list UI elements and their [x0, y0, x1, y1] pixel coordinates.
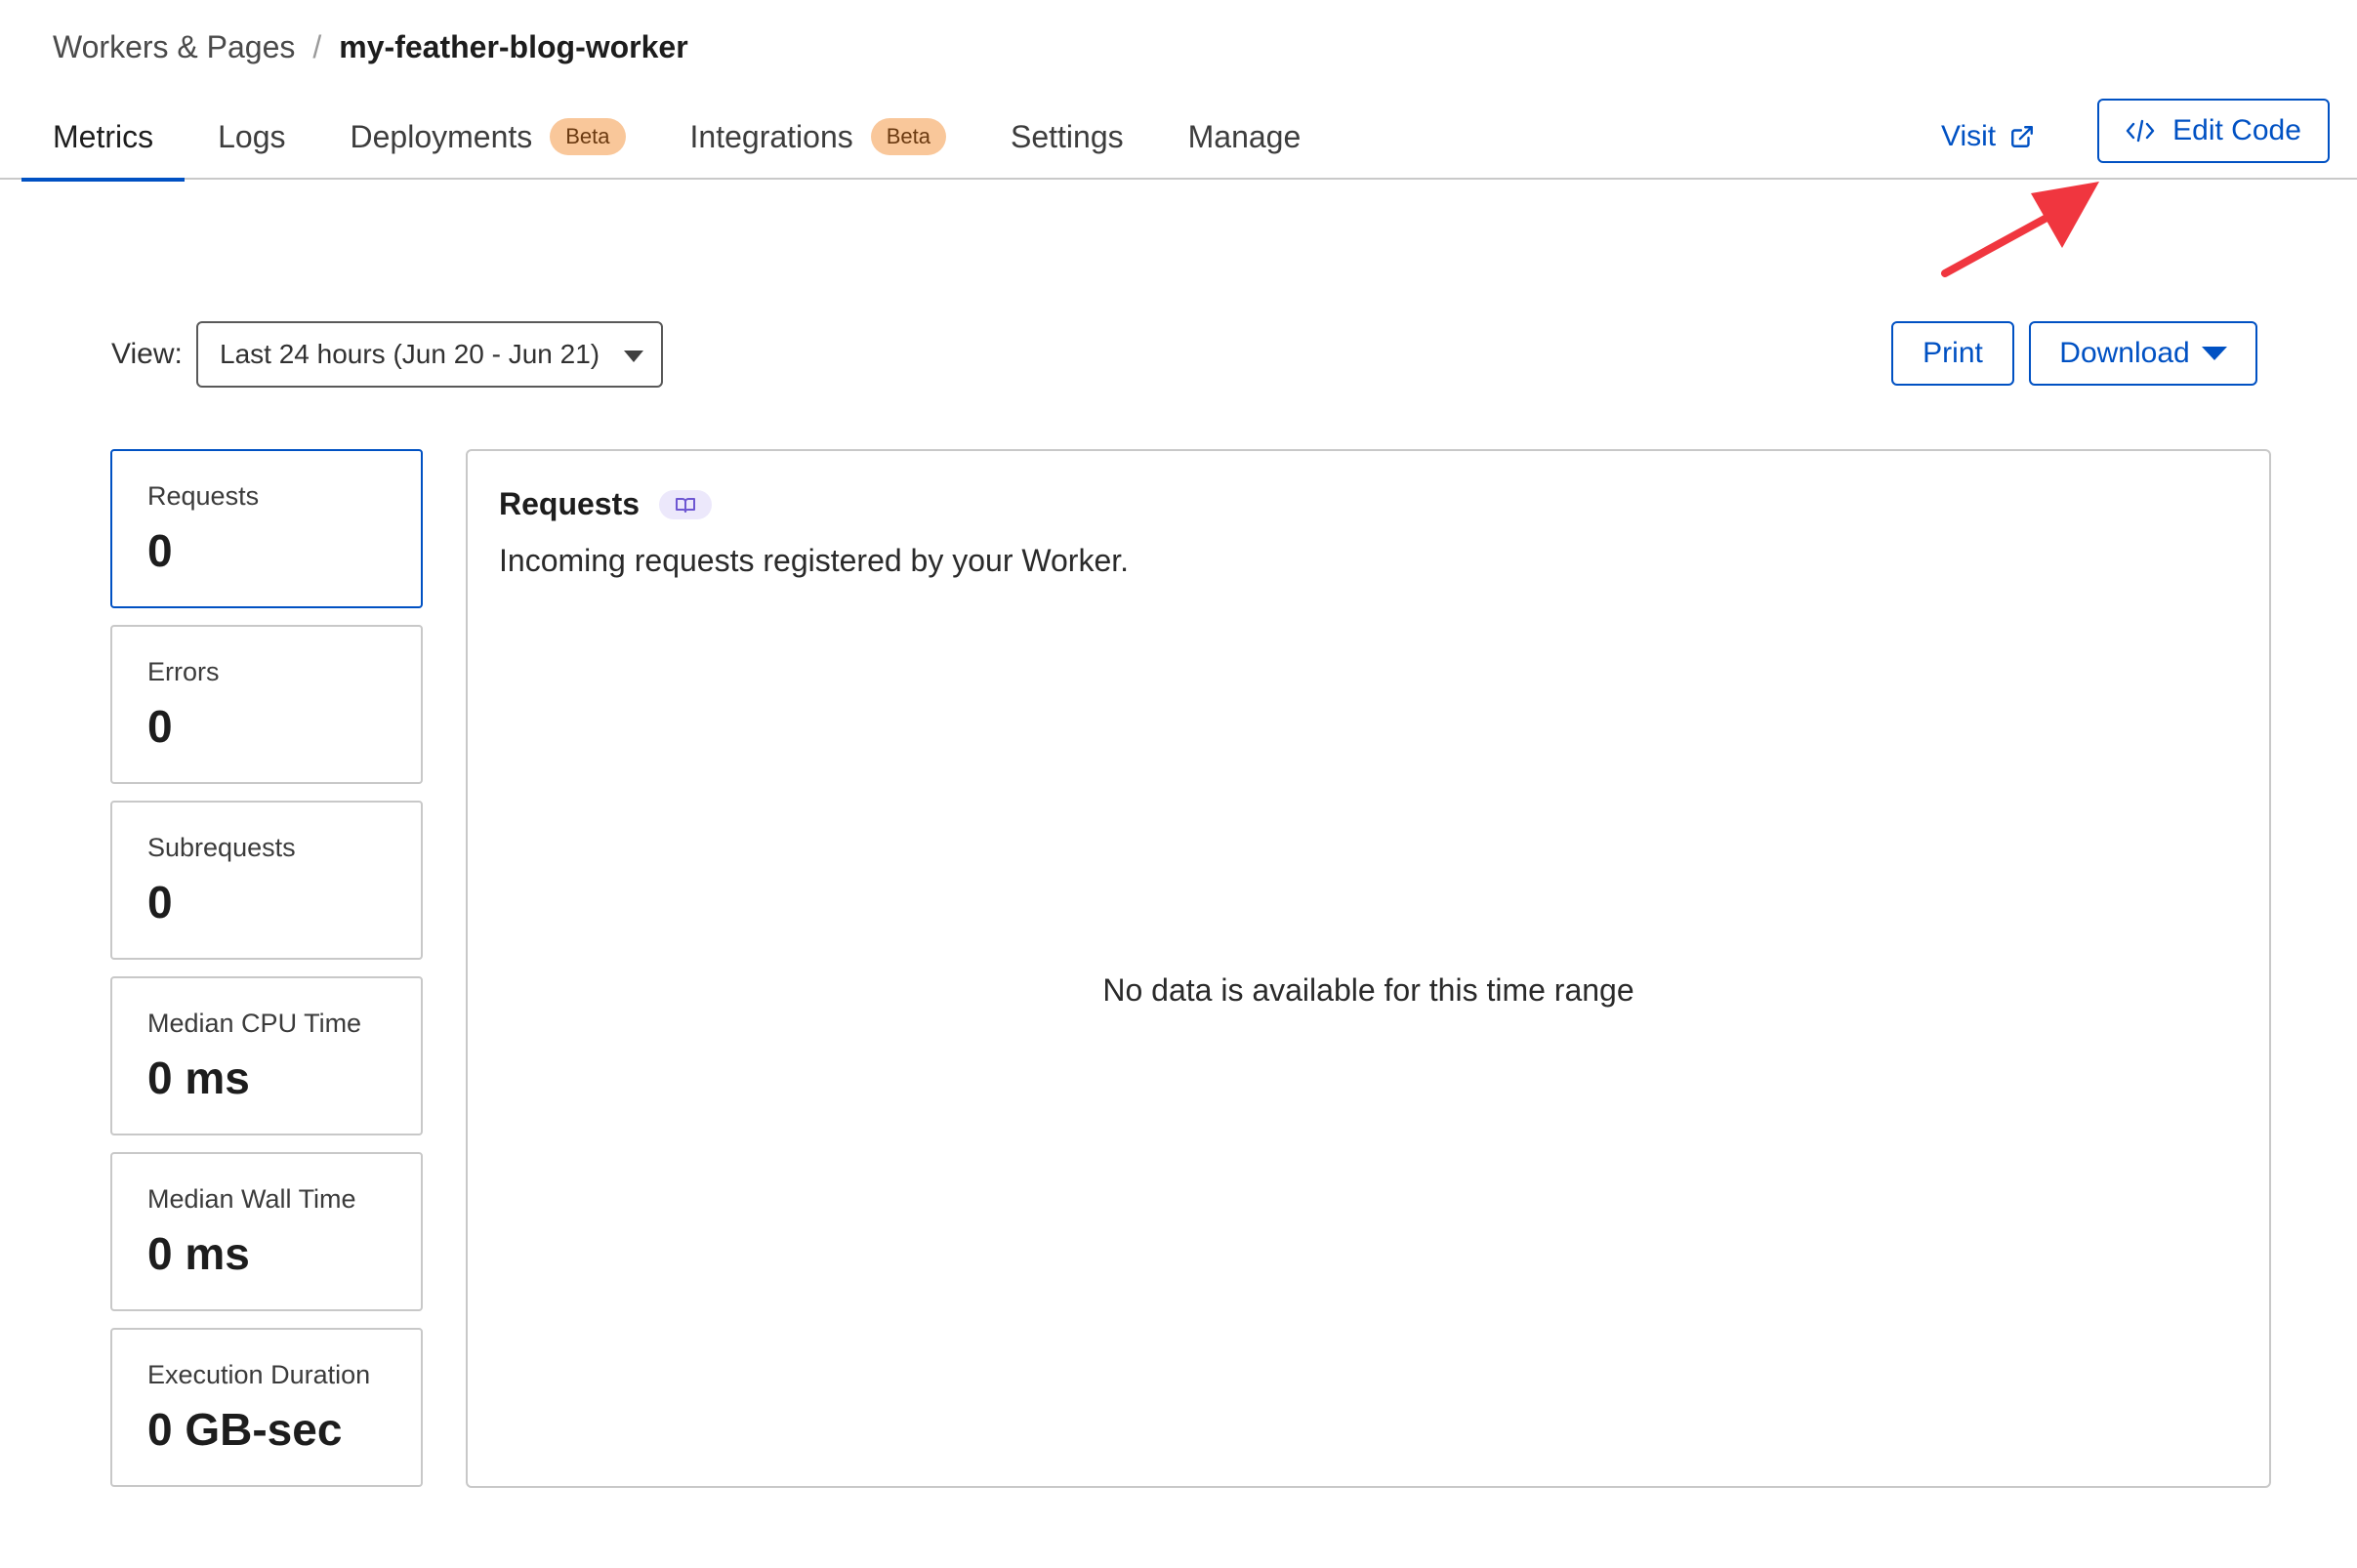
metric-value: 0 [147, 877, 173, 928]
metric-label: Requests [147, 481, 260, 511]
tab-bar: Metrics Logs Deployments Beta Integratio… [0, 94, 2357, 182]
beta-badge: Beta [550, 118, 626, 155]
metric-value: 0 ms [147, 1228, 250, 1279]
download-button[interactable]: Download [2029, 321, 2257, 386]
metric-value: 0 [147, 525, 173, 576]
tab-label: Manage [1187, 118, 1302, 154]
time-range-value: Last 24 hours (Jun 20 - Jun 21) [220, 339, 600, 369]
requests-chart-panel: Requests Incoming requests registered by… [466, 449, 2271, 1488]
download-label: Download [2059, 337, 2190, 369]
metric-card-execution-duration[interactable]: Execution Duration 0 GB-sec [110, 1328, 423, 1487]
breadcrumb-parent-link[interactable]: Workers & Pages [53, 29, 295, 65]
annotation-arrow-icon [1941, 182, 2099, 277]
breadcrumb: Workers & Pages / my-feather-blog-worker [53, 25, 688, 68]
panel-title: Requests [499, 486, 641, 521]
view-label: View: [111, 338, 183, 370]
tab-integrations[interactable]: Integrations Beta [659, 94, 977, 180]
metric-value: 0 GB-sec [147, 1404, 343, 1455]
print-label: Print [1923, 337, 1983, 369]
beta-badge: Beta [870, 118, 946, 155]
time-range-select[interactable]: Last 24 hours (Jun 20 - Jun 21) [196, 321, 663, 388]
book-icon [676, 497, 696, 513]
tab-label: Settings [1011, 118, 1124, 154]
tab-metrics[interactable]: Metrics [21, 94, 186, 182]
metric-card-requests[interactable]: Requests 0 [110, 449, 423, 608]
breadcrumb-current: my-feather-blog-worker [339, 28, 688, 64]
metric-list: Requests 0 Errors 0 Subrequests 0 Median… [110, 449, 423, 1504]
metric-value: 0 ms [147, 1052, 250, 1103]
metric-label: Errors [147, 657, 220, 686]
code-icon [2126, 119, 2155, 143]
metric-label: Subrequests [147, 833, 296, 862]
edit-code-button[interactable]: Edit Code [2097, 99, 2330, 163]
edit-code-label: Edit Code [2172, 114, 2301, 146]
print-button[interactable]: Print [1891, 321, 2014, 386]
metric-card-subrequests[interactable]: Subrequests 0 [110, 801, 423, 960]
metric-card-median-wall-time[interactable]: Median Wall Time 0 ms [110, 1152, 423, 1311]
tab-label: Deployments [350, 118, 533, 154]
metric-label: Median CPU Time [147, 1009, 362, 1038]
metric-card-median-cpu-time[interactable]: Median CPU Time 0 ms [110, 976, 423, 1135]
tab-logs[interactable]: Logs [186, 94, 316, 180]
panel-description: Incoming requests registered by your Wor… [499, 543, 1130, 578]
tab-deployments[interactable]: Deployments Beta [319, 94, 657, 180]
docs-link[interactable] [659, 489, 713, 519]
tab-label: Logs [218, 118, 286, 154]
tab-manage[interactable]: Manage [1157, 94, 1333, 180]
breadcrumb-separator: / [312, 28, 322, 64]
metric-label: Median Wall Time [147, 1184, 356, 1214]
tab-settings[interactable]: Settings [979, 94, 1155, 180]
metric-label: Execution Duration [147, 1360, 371, 1389]
caret-down-icon [2201, 347, 2227, 360]
tabs: Metrics Logs Deployments Beta Integratio… [21, 94, 1333, 182]
tab-label: Metrics [53, 118, 154, 154]
external-link-icon [2011, 126, 2034, 147]
metric-value: 0 [147, 701, 173, 752]
empty-state-message: No data is available for this time range [1102, 972, 1634, 1008]
visit-label: Visit [1941, 120, 1997, 152]
caret-down-icon [624, 351, 643, 362]
tab-label: Integrations [689, 118, 853, 154]
visit-link[interactable]: Visit [1941, 94, 2035, 180]
metric-card-errors[interactable]: Errors 0 [110, 625, 423, 784]
panel-header: Requests [499, 486, 713, 522]
